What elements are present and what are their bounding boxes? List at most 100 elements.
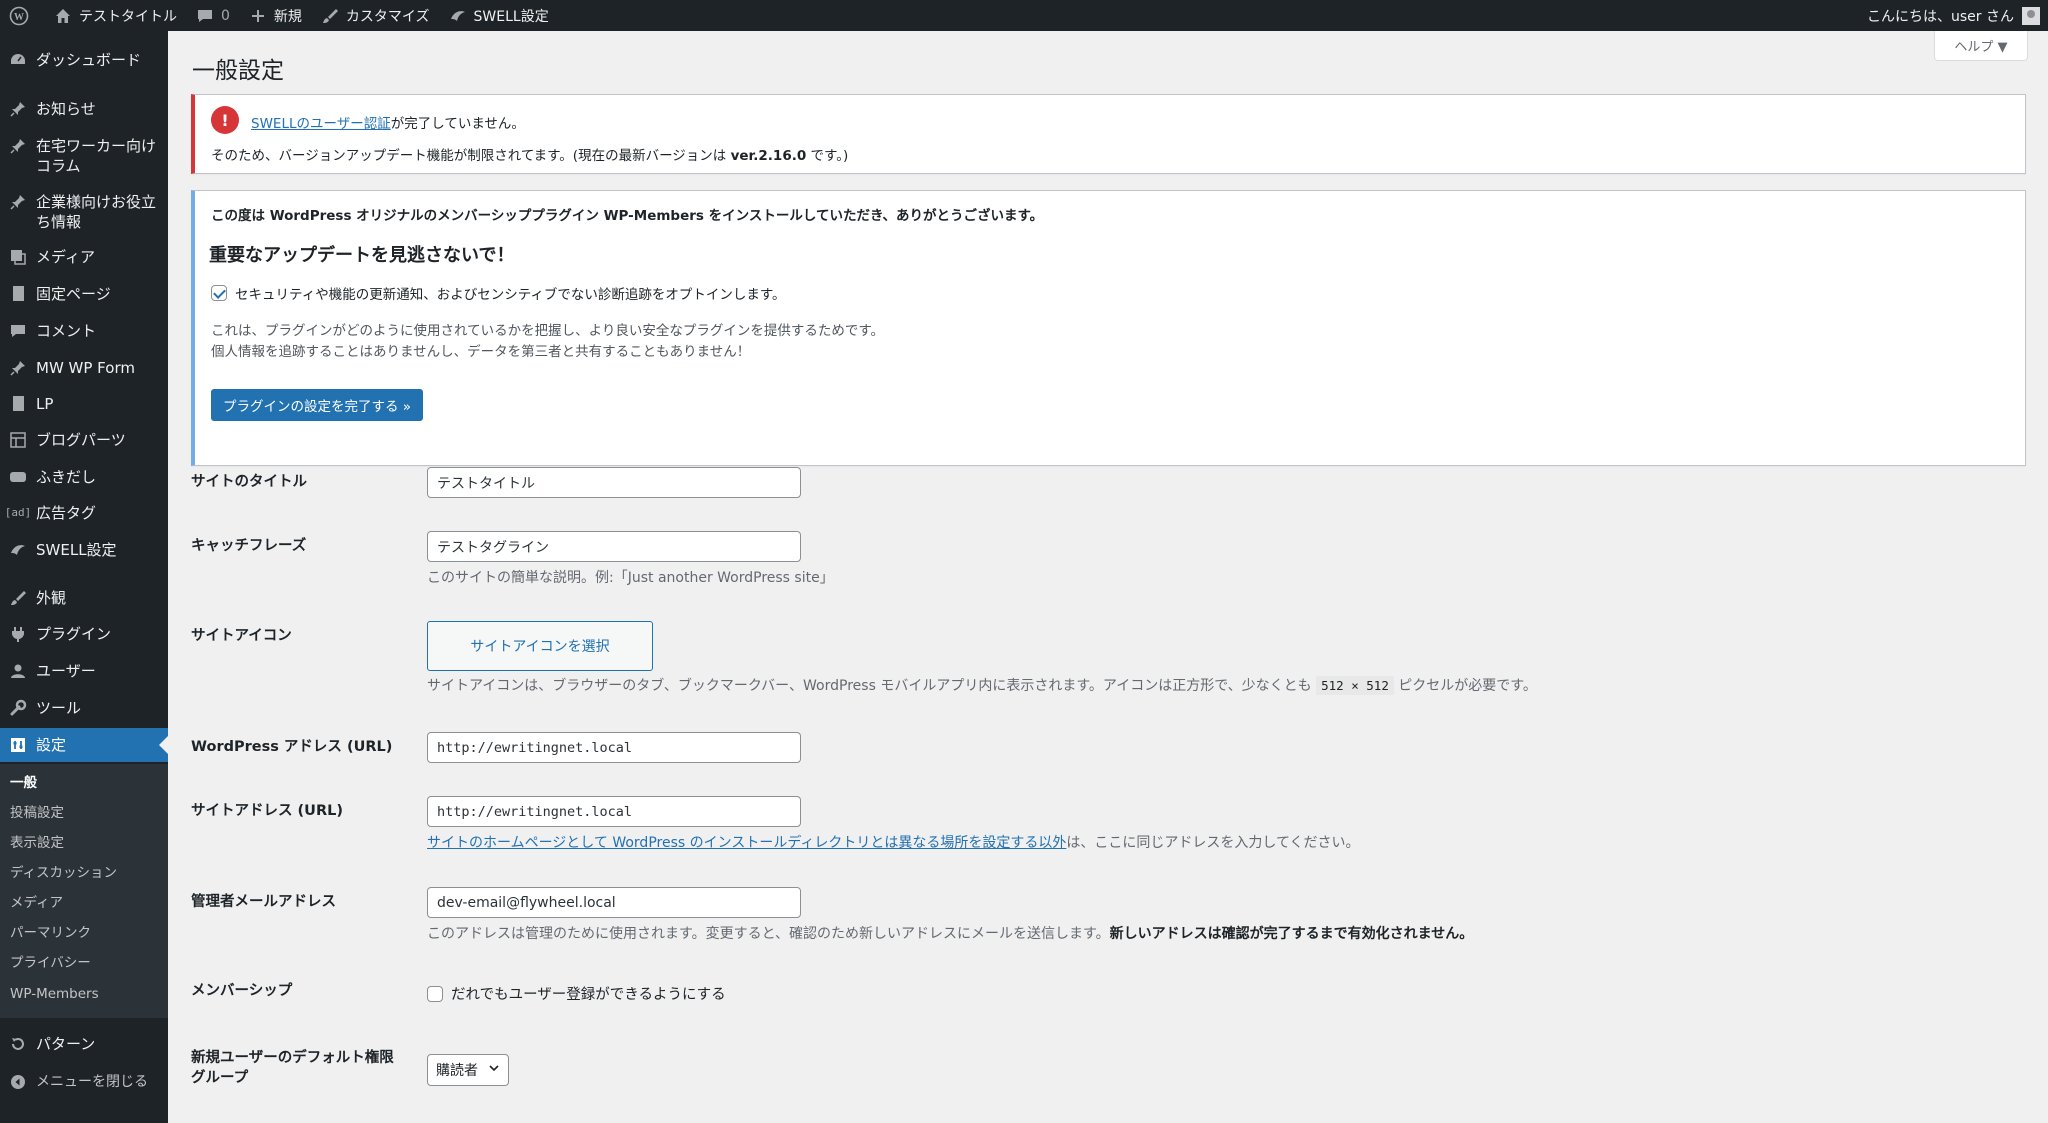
menu-label: ブログパーツ xyxy=(36,431,126,449)
wpm-intro-text: この度は WordPress オリジナルのメンバーシッププラグイン WP-Mem… xyxy=(211,208,1044,224)
comment-icon xyxy=(8,321,28,341)
pin-icon xyxy=(8,192,28,212)
plugin-icon xyxy=(8,624,28,644)
menu-label: MW WP Form xyxy=(36,359,135,377)
menu-patterns[interactable]: パターン xyxy=(0,1034,168,1054)
swell-auth-notice: ! SWELLのユーザー認証が完了していません。 そのため、バージョンアップデー… xyxy=(191,94,2026,174)
submenu-general[interactable]: 一般 xyxy=(10,774,37,792)
menu-comments[interactable]: コメント xyxy=(0,321,168,341)
membership-checkbox[interactable] xyxy=(427,985,443,1002)
site-address-description: サイトのホームページとして WordPress のインストールディレクトリとは異… xyxy=(427,833,1360,853)
main-content: ヘルプ ▼ 一般設定 ! SWELLのユーザー認証が完了していません。 そのため… xyxy=(168,31,2048,1123)
menu-mw-wp-form[interactable]: MW WP Form xyxy=(0,358,168,378)
customize-menu[interactable]: カスタマイズ xyxy=(311,0,439,31)
admin-email-desc-text: このアドレスは管理のために使用されます。変更すると、確認のため新しいアドレスにメ… xyxy=(427,926,1110,942)
swell-settings-menu[interactable]: SWELL設定 xyxy=(439,0,558,31)
active-menu-arrow xyxy=(159,736,168,754)
menu-pages[interactable]: 固定ページ xyxy=(0,284,168,304)
wpm-description-1: これは、プラグインがどのように使用されているかを把握し、より良い安全なプラグイン… xyxy=(211,323,884,339)
menu-lp[interactable]: LP xyxy=(0,394,168,414)
layout-icon xyxy=(8,430,28,450)
complete-plugin-setup-button[interactable]: プラグインの設定を完了する » xyxy=(211,389,424,421)
submenu-privacy[interactable]: プライバシー xyxy=(10,954,91,972)
menu-swell-settings[interactable]: SWELL設定 xyxy=(0,540,168,560)
menu-users[interactable]: ユーザー xyxy=(0,661,168,681)
default-role-label: 新規ユーザーのデフォルト権限 グループ xyxy=(191,1050,394,1086)
site-name-menu[interactable]: テストタイトル xyxy=(44,0,186,31)
admin-email-label: 管理者メールアドレス xyxy=(191,894,336,910)
new-content-menu[interactable]: 新規 xyxy=(239,0,311,31)
wrench-icon xyxy=(8,698,28,718)
menu-label: ダッシュボード xyxy=(36,51,142,69)
menu-tools[interactable]: ツール xyxy=(0,698,168,718)
site-address-help-link[interactable]: サイトのホームページとして WordPress のインストールディレクトリとは異… xyxy=(427,835,1066,851)
my-account-menu[interactable]: こんにちは、user さん xyxy=(1867,6,2048,26)
admin-email-input[interactable]: dev-email@flywheel.local xyxy=(427,887,801,918)
menu-ad-tags[interactable]: [ad] 広告タグ xyxy=(0,503,168,523)
submenu-media[interactable]: メディア xyxy=(10,894,63,912)
home-icon xyxy=(53,6,73,26)
menu-collapse[interactable]: メニューを閉じる xyxy=(0,1072,168,1092)
comments-menu[interactable]: 0 xyxy=(186,0,239,31)
comments-count: 0 xyxy=(221,7,230,24)
menu-label: メディア xyxy=(36,248,95,266)
wpm-heading: 重要なアップデートを見逃さないで！ xyxy=(209,245,515,266)
warning-icon: ! xyxy=(211,106,239,134)
swell-notice-text: が完了していません。 xyxy=(390,116,525,132)
submenu-reading[interactable]: 表示設定 xyxy=(10,834,64,852)
customize-label: カスタマイズ xyxy=(345,8,430,25)
page-icon xyxy=(8,394,28,414)
site-title-input[interactable]: テストタイトル xyxy=(427,467,801,498)
menu-settings[interactable]: 設定 xyxy=(0,728,168,762)
submenu-writing[interactable]: 投稿設定 xyxy=(10,804,64,822)
menu-dashboard[interactable]: ダッシュボード xyxy=(0,50,168,70)
menu-blog-parts[interactable]: ブログパーツ xyxy=(0,430,168,450)
menu-label: お知らせ xyxy=(36,100,96,118)
collapse-icon xyxy=(8,1072,28,1092)
menu-corporate-info[interactable]: 企業様向けお役立 ち情報 xyxy=(0,192,168,232)
media-icon xyxy=(8,247,28,267)
site-icon-desc-before: サイトアイコンは、ブラウザーのタブ、ブックマークバー、WordPress モバイ… xyxy=(427,678,1317,694)
menu-label: ツール xyxy=(36,699,82,717)
menu-label: プラグイン xyxy=(36,625,112,643)
admin-bar: W テストタイトル 0 新規 カスタマイズ SWELL設定 こんにちは、user… xyxy=(0,0,2048,31)
ad-icon: [ad] xyxy=(4,506,32,519)
submenu-permalinks[interactable]: パーマリンク xyxy=(10,924,91,942)
site-address-input[interactable]: http://ewritingnet.local xyxy=(427,796,801,827)
menu-remote-worker-column[interactable]: 在宅ワーカー向け コラム xyxy=(0,136,168,176)
wpm-optin-option[interactable]: セキュリティや機能の更新通知、およびセンシティブでない診断追跡をオプトインします… xyxy=(211,283,786,303)
menu-label: LP xyxy=(36,395,54,413)
tagline-input[interactable]: テストタグライン xyxy=(427,531,801,562)
wpm-optin-checkbox[interactable] xyxy=(211,285,227,301)
membership-option[interactable]: だれでもユーザー登録ができるようにする xyxy=(427,983,726,1004)
menu-label: 設定 xyxy=(36,736,67,754)
settings-icon xyxy=(8,735,28,755)
menu-plugins[interactable]: プラグイン xyxy=(0,624,168,644)
site-address-label: サイトアドレス (URL) xyxy=(191,803,343,819)
paintbrush-icon xyxy=(8,588,28,608)
chevron-down-icon xyxy=(488,1062,500,1078)
page-icon xyxy=(8,284,28,304)
menu-label: パターン xyxy=(36,1035,96,1053)
menu-speech-bubble[interactable]: ふきだし xyxy=(0,467,168,487)
submenu-wp-members[interactable]: WP-Members xyxy=(10,985,99,1003)
wordpress-logo-icon: W xyxy=(9,6,29,26)
menu-news[interactable]: お知らせ xyxy=(0,99,168,119)
menu-appearance[interactable]: 外観 xyxy=(0,588,168,608)
submenu-discussion[interactable]: ディスカッション xyxy=(10,864,117,882)
menu-label: ふきだし xyxy=(36,468,97,486)
default-role-select[interactable]: 購読者 xyxy=(427,1054,509,1086)
site-icon-label: サイトアイコン xyxy=(191,628,292,644)
swell-auth-link[interactable]: SWELLのユーザー認証 xyxy=(251,116,391,132)
help-tab-button[interactable]: ヘルプ ▼ xyxy=(1934,31,2028,61)
swell-version: ver.2.16.0 xyxy=(730,148,807,164)
wp-logo-menu[interactable]: W xyxy=(0,0,44,31)
select-site-icon-button[interactable]: サイトアイコンを選択 xyxy=(427,621,653,671)
pin-icon xyxy=(8,136,28,156)
menu-media[interactable]: メディア xyxy=(0,247,168,267)
wp-address-input[interactable]: http://ewritingnet.local xyxy=(427,732,801,763)
wpm-optin-label: セキュリティや機能の更新通知、およびセンシティブでない診断追跡をオプトインします… xyxy=(235,287,786,303)
swell-settings-label: SWELL設定 xyxy=(473,8,549,25)
site-icon-size: 512 × 512 xyxy=(1316,676,1394,695)
greeting-text: こんにちは、user さん xyxy=(1867,8,2014,25)
